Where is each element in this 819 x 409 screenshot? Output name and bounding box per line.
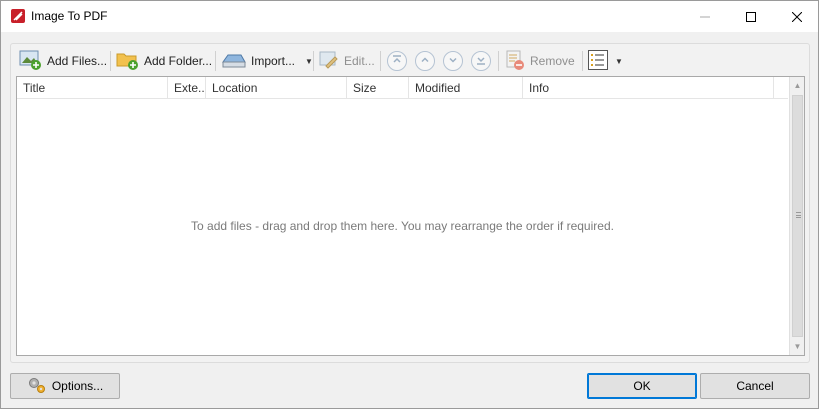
toolbar-separator <box>313 51 314 71</box>
scroll-up-arrow-icon[interactable]: ▲ <box>790 77 805 94</box>
toolbar-separator <box>498 51 499 71</box>
column-header-size[interactable]: Size <box>347 77 409 99</box>
close-button[interactable] <box>774 1 819 32</box>
file-list[interactable]: Title Exte.. Location Size Modified Info… <box>16 76 805 356</box>
view-options-icon <box>587 49 609 74</box>
remove-label: Remove <box>530 54 575 68</box>
maximize-button[interactable] <box>728 1 774 32</box>
column-header-location[interactable]: Location <box>206 77 347 99</box>
edit-label: Edit... <box>344 54 375 68</box>
scanner-icon <box>221 49 247 74</box>
toolbar-separator <box>215 51 216 71</box>
move-up-icon <box>420 54 430 68</box>
options-label: Options... <box>51 379 104 393</box>
move-up-button[interactable] <box>415 51 435 71</box>
move-to-bottom-button[interactable] <box>471 51 491 71</box>
ok-button[interactable]: OK <box>587 373 697 399</box>
add-folder-icon <box>116 49 140 74</box>
scroll-down-arrow-icon[interactable]: ▼ <box>790 338 805 355</box>
remove-icon <box>504 49 526 74</box>
import-dropdown-arrow-icon[interactable]: ▼ <box>305 57 313 66</box>
title-bar: Image To PDF <box>1 1 818 32</box>
toolbar-separator <box>582 51 583 71</box>
toolbar: Add Files... Add Folder... Import... ▼ E… <box>16 46 806 76</box>
column-header-extension[interactable]: Exte.. <box>168 77 206 99</box>
move-down-icon <box>448 54 458 68</box>
view-options-button[interactable]: ▼ <box>587 46 623 76</box>
move-to-top-button[interactable] <box>387 51 407 71</box>
cancel-label: Cancel <box>736 379 774 393</box>
import-label: Import... <box>251 54 296 68</box>
move-bottom-icon <box>476 54 486 68</box>
edit-image-icon <box>318 49 340 74</box>
app-logo-icon <box>10 8 26 24</box>
toolbar-separator <box>110 51 111 71</box>
edit-button[interactable]: Edit... <box>318 46 375 76</box>
scrollbar-grip-icon <box>796 212 801 218</box>
view-options-dropdown-arrow-icon[interactable]: ▼ <box>615 57 623 66</box>
options-button[interactable]: Options... <box>10 373 120 399</box>
import-button[interactable]: Import... ▼ <box>221 46 313 76</box>
move-down-button[interactable] <box>443 51 463 71</box>
empty-list-message: To add files - drag and drop them here. … <box>191 219 614 233</box>
list-header: Title Exte.. Location Size Modified Info <box>17 77 788 99</box>
column-header-title[interactable]: Title <box>17 77 168 99</box>
move-top-icon <box>392 54 402 68</box>
scrollbar-thumb[interactable] <box>792 95 803 337</box>
image-to-pdf-dialog: Image To PDF Add Files... Add Folder... … <box>0 0 819 409</box>
gears-icon <box>27 376 47 397</box>
toolbar-separator <box>380 51 381 71</box>
vertical-scrollbar[interactable]: ▲ ▼ <box>789 77 804 355</box>
add-folder-button[interactable]: Add Folder... <box>116 46 212 76</box>
ok-label: OK <box>633 379 651 393</box>
column-header-modified[interactable]: Modified <box>409 77 523 99</box>
cancel-button[interactable]: Cancel <box>700 373 810 399</box>
remove-button[interactable]: Remove <box>504 46 575 76</box>
add-folder-label: Add Folder... <box>144 54 213 68</box>
window-title: Image To PDF <box>31 9 108 23</box>
add-files-label: Add Files... <box>47 54 108 68</box>
add-files-button[interactable]: Add Files... <box>19 46 107 76</box>
minimize-button[interactable] <box>682 1 728 32</box>
column-header-info[interactable]: Info <box>523 77 774 99</box>
add-image-icon <box>19 49 43 74</box>
